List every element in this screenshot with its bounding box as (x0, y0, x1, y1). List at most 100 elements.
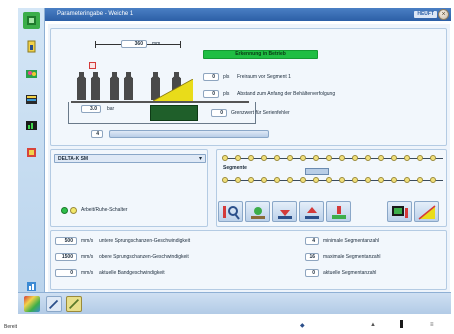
upper-speed-unit: mm/s (81, 254, 94, 260)
segment-move-button[interactable] (245, 201, 270, 222)
bottom-toolbar (18, 292, 451, 314)
bottle (124, 72, 133, 100)
segment-marker[interactable] (235, 177, 241, 183)
status-text: Bereit (4, 324, 18, 330)
segment-up-button[interactable] (299, 201, 324, 222)
bottle (91, 72, 100, 100)
network-icon: ◆ (300, 323, 305, 329)
dimension-tick-left (95, 41, 96, 48)
error-limit-input[interactable]: 0 (211, 109, 227, 117)
segment-marker[interactable] (248, 155, 254, 161)
sensor-select-value: DELTA-K SM (58, 156, 89, 162)
segment-marker[interactable] (391, 177, 397, 183)
chart-icon[interactable] (23, 117, 40, 134)
segment-selector[interactable] (305, 168, 329, 175)
segment-line-top (223, 158, 443, 159)
switch-panel: DELTA-K SM ▾ Arbeit/Ruhe-Schalter (50, 149, 208, 227)
segment-marker[interactable] (417, 177, 423, 183)
belt-speed-input[interactable]: 0 (55, 269, 77, 277)
detection-status-button[interactable]: Erkennung in Betrieb (203, 50, 318, 59)
bottle-marker-icon (89, 62, 96, 69)
close-button[interactable]: × (438, 9, 449, 20)
settings-icon[interactable] (23, 144, 40, 161)
app-root: Parameteringabe - Weiche 1 HEUFT × 360 m… (0, 0, 454, 334)
segment-marker[interactable] (235, 155, 241, 161)
segment-marker[interactable] (339, 155, 345, 161)
segment-ramp-button[interactable] (414, 201, 439, 222)
segment-marker[interactable] (430, 155, 436, 161)
segment-marker[interactable] (313, 177, 319, 183)
tools-icon[interactable] (66, 296, 82, 312)
max-segments-input[interactable]: 16 (305, 253, 319, 261)
slider-value[interactable]: 4 (91, 130, 103, 138)
segment-marker[interactable] (287, 155, 293, 161)
segment-marker[interactable] (287, 177, 293, 183)
upper-speed-label: obere Sprungschanzen-Geschwindigkeit (99, 254, 189, 260)
segment-marker[interactable] (222, 177, 228, 183)
list-icon[interactable] (23, 91, 40, 108)
segment-down-button[interactable] (272, 201, 297, 222)
frame-outline (68, 102, 256, 124)
segment-monitor-button[interactable] (387, 201, 412, 222)
speed-panel: 500 mm/s untere Sprungschanzen-Geschwind… (50, 230, 447, 290)
lower-speed-input[interactable]: 500 (55, 237, 77, 245)
segment-marker[interactable] (352, 177, 358, 183)
edit-icon[interactable] (46, 296, 62, 312)
segment-marker[interactable] (326, 155, 332, 161)
segment-marker[interactable] (313, 155, 319, 161)
segment-marker[interactable] (378, 177, 384, 183)
home-icon[interactable] (23, 12, 40, 29)
main-panel: 360 mm Erkennung in Betrieb 3.0 bar 0 pl… (48, 24, 450, 292)
upper-speed-input[interactable]: 1500 (55, 253, 77, 261)
segment-marker[interactable] (430, 177, 436, 183)
flower-icon[interactable] (23, 65, 40, 82)
tracking-distance-input[interactable]: 0 (203, 90, 219, 98)
segment-marker[interactable] (404, 155, 410, 161)
segment-marker[interactable] (300, 155, 306, 161)
segment-marker[interactable] (365, 177, 371, 183)
battery-icon (400, 320, 403, 328)
segment-search-button[interactable] (218, 201, 243, 222)
segment-push-button[interactable] (326, 201, 351, 222)
info-icon[interactable] (23, 38, 40, 55)
ramp-icon (153, 79, 193, 101)
segment-marker[interactable] (417, 155, 423, 161)
slider-track[interactable] (109, 130, 269, 138)
brand-logo: HEUFT (414, 11, 437, 18)
segment-marker[interactable] (261, 177, 267, 183)
spacing-input[interactable]: 360 (121, 40, 147, 48)
min-segments-label: minimale Segmentanzahl (323, 238, 380, 244)
left-toolbar (18, 8, 45, 310)
free-space-input[interactable]: 0 (203, 73, 219, 81)
segment-marker[interactable] (326, 177, 332, 183)
segment-marker[interactable] (378, 155, 384, 161)
segment-marker[interactable] (404, 177, 410, 183)
tracking-distance-unit: pls (223, 91, 230, 97)
segment-marker[interactable] (365, 155, 371, 161)
color-palette-icon[interactable] (24, 296, 40, 312)
free-space-unit: pls (223, 74, 230, 80)
lower-speed-unit: mm/s (81, 238, 94, 244)
segment-marker[interactable] (274, 155, 280, 161)
chevron-down-icon: ▾ (198, 156, 202, 162)
error-limit-label: Grenzwert für Serienfehler (231, 110, 290, 116)
segment-marker[interactable] (261, 155, 267, 161)
sensor-select[interactable]: DELTA-K SM ▾ (54, 154, 206, 163)
segment-marker[interactable] (300, 177, 306, 183)
signal-icon: ▲ (370, 322, 376, 328)
segment-marker[interactable] (339, 177, 345, 183)
min-segments-input[interactable]: 4 (305, 237, 319, 245)
segment-marker[interactable] (391, 155, 397, 161)
belt-speed-unit: mm/s (81, 270, 94, 276)
switch-label: Arbeit/Ruhe-Schalter (81, 207, 128, 213)
segment-marker[interactable] (248, 177, 254, 183)
conveyor-panel: 360 mm Erkennung in Betrieb 3.0 bar 0 pl… (50, 28, 447, 146)
segment-marker[interactable] (352, 155, 358, 161)
menu-icon: ≡ (430, 322, 434, 328)
window-title: Parameteringabe - Weiche 1 (57, 11, 134, 17)
segment-marker[interactable] (274, 177, 280, 183)
segment-marker[interactable] (222, 155, 228, 161)
max-segments-label: maximale Segmentanzahl (323, 254, 381, 260)
current-segments-input[interactable]: 0 (305, 269, 319, 277)
status-led-green-icon (61, 207, 68, 214)
